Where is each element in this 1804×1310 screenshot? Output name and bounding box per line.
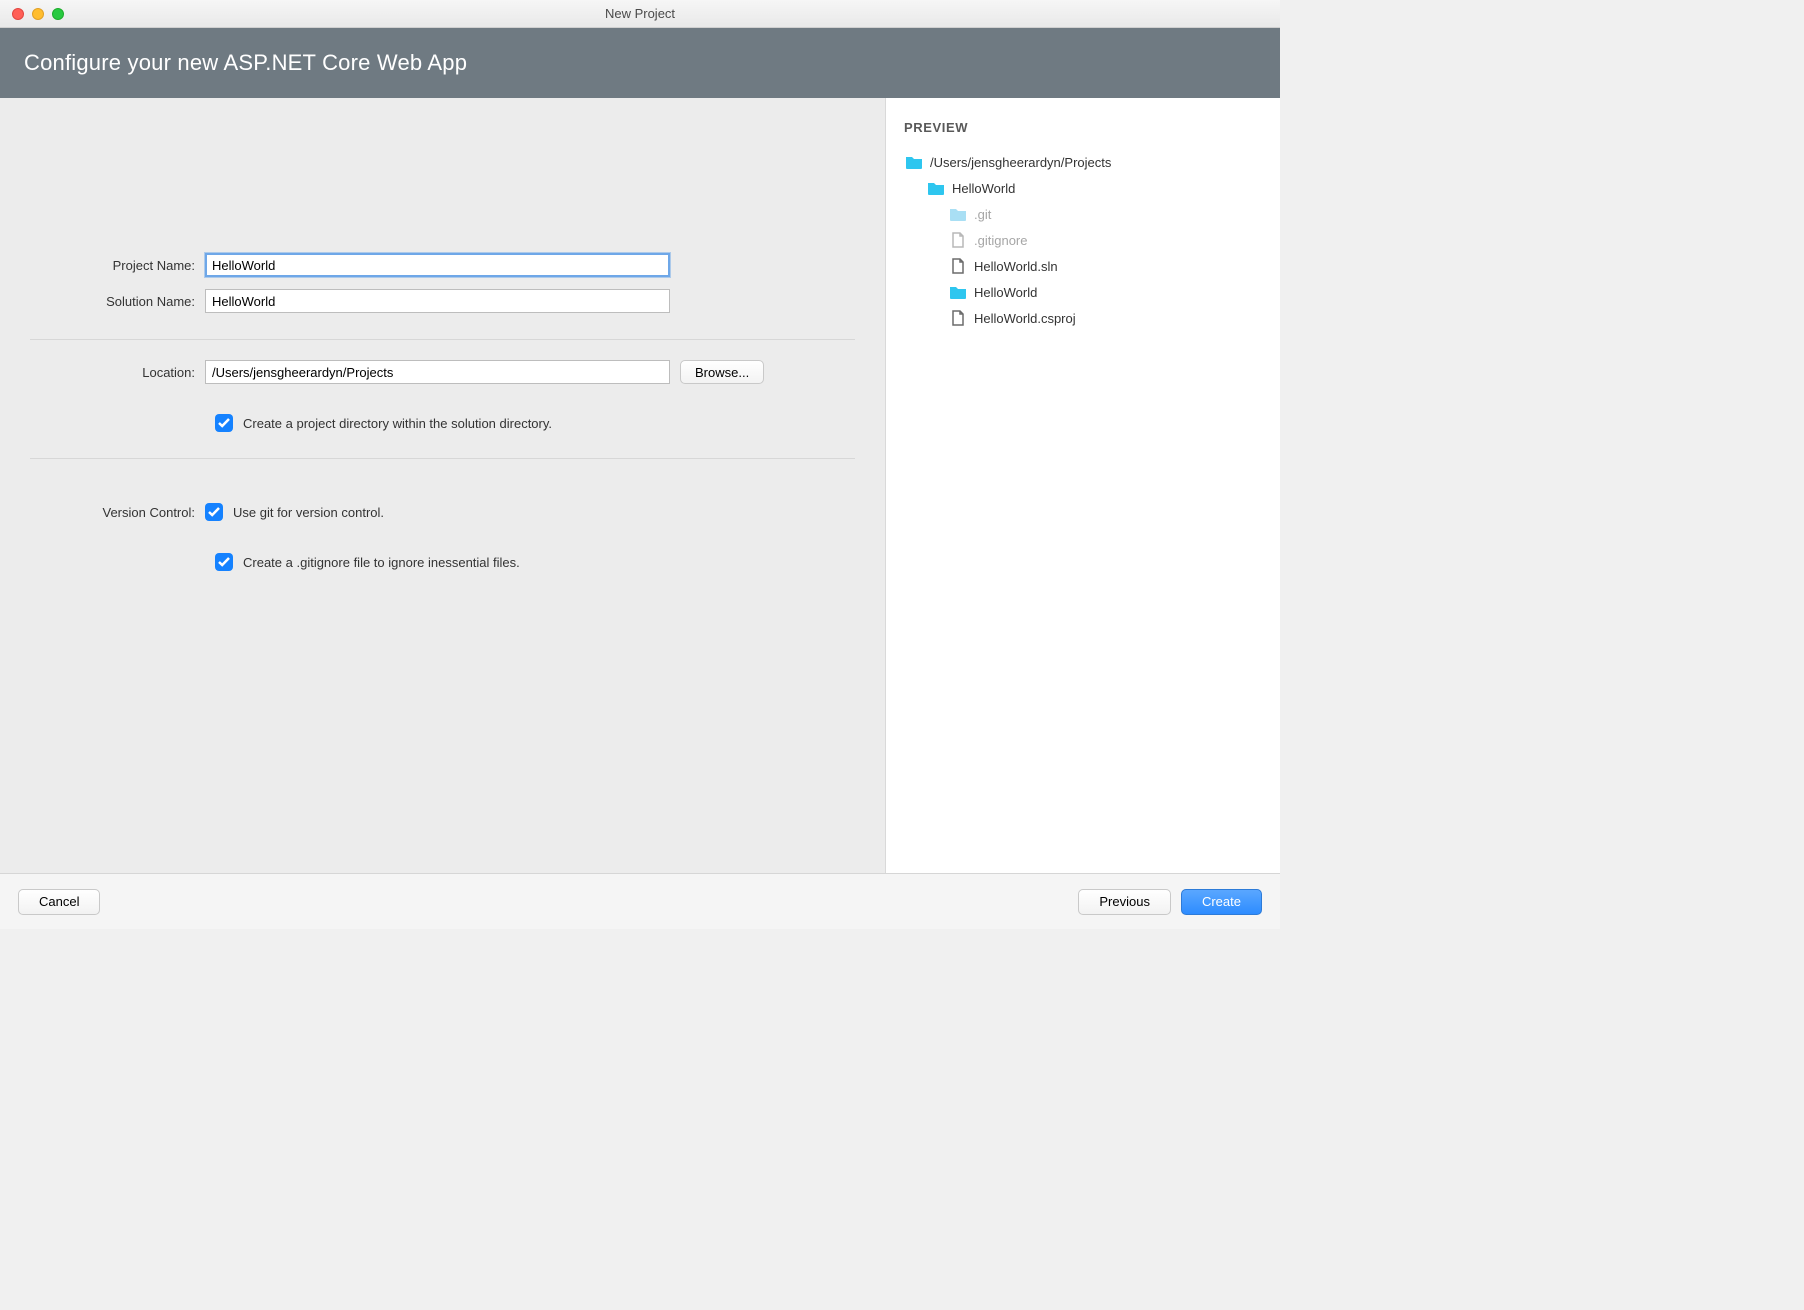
folder-icon [948,206,968,222]
create-subdir-checkbox[interactable] [215,414,233,432]
check-icon [218,557,230,567]
previous-button[interactable]: Previous [1078,889,1171,915]
gitignore-checkbox[interactable] [215,553,233,571]
preview-pane: PREVIEW /Users/jensgheerardyn/Projects He… [885,98,1280,873]
tree-item-label: .git [974,207,991,222]
version-control-label: Version Control: [30,505,205,520]
use-git-label: Use git for version control. [233,505,384,520]
divider [30,458,855,459]
solution-name-input[interactable] [205,289,670,313]
tree-item-label: HelloWorld.csproj [974,311,1076,326]
project-name-row: Project Name: [30,253,855,277]
location-input[interactable] [205,360,670,384]
cancel-button[interactable]: Cancel [18,889,100,915]
folder-icon [904,154,924,170]
file-icon [948,310,968,326]
gitignore-label: Create a .gitignore file to ignore iness… [243,555,520,570]
use-git-checkbox[interactable] [205,503,223,521]
tree-item-label: /Users/jensgheerardyn/Projects [930,155,1111,170]
create-button[interactable]: Create [1181,889,1262,915]
form-pane: Project Name: Solution Name: Location: B… [0,98,885,873]
tree-item-label: .gitignore [974,233,1027,248]
tree-row: .git [904,201,1262,227]
tree-row: HelloWorld.csproj [904,305,1262,331]
tree-row: HelloWorld [904,279,1262,305]
version-control-row: Version Control: Use git for version con… [30,503,855,521]
window-title: New Project [0,6,1280,21]
project-name-input[interactable] [205,253,670,277]
divider [30,339,855,340]
preview-title: PREVIEW [904,120,1262,135]
check-icon [208,507,220,517]
create-subdir-row: Create a project directory within the so… [215,414,855,432]
solution-name-label: Solution Name: [30,294,205,309]
folder-icon [926,180,946,196]
tree-row: /Users/jensgheerardyn/Projects [904,149,1262,175]
window: New Project Configure your new ASP.NET C… [0,0,1280,929]
tree-row: HelloWorld.sln [904,253,1262,279]
gitignore-row: Create a .gitignore file to ignore iness… [215,553,855,571]
preview-tree: /Users/jensgheerardyn/Projects HelloWorld… [904,149,1262,331]
solution-name-row: Solution Name: [30,289,855,313]
footer: Cancel Previous Create [0,873,1280,929]
create-subdir-label: Create a project directory within the so… [243,416,552,431]
tree-item-label: HelloWorld.sln [974,259,1058,274]
file-icon [948,232,968,248]
tree-item-label: HelloWorld [974,285,1037,300]
folder-icon [948,284,968,300]
location-label: Location: [30,365,205,380]
content-area: Project Name: Solution Name: Location: B… [0,98,1280,873]
file-icon [948,258,968,274]
page-title: Configure your new ASP.NET Core Web App [24,50,467,75]
check-icon [218,418,230,428]
location-row: Location: Browse... [30,360,855,384]
titlebar: New Project [0,0,1280,28]
page-header: Configure your new ASP.NET Core Web App [0,28,1280,98]
project-name-label: Project Name: [30,258,205,273]
tree-item-label: HelloWorld [952,181,1015,196]
tree-row: HelloWorld [904,175,1262,201]
tree-row: .gitignore [904,227,1262,253]
browse-button[interactable]: Browse... [680,360,764,384]
